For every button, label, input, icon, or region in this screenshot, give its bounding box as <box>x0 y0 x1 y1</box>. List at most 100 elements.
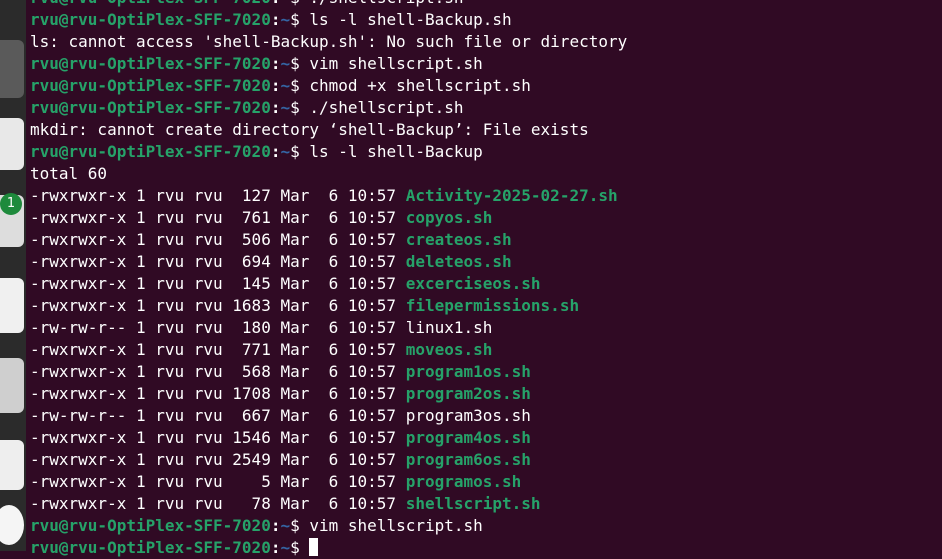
command-text: vim shellscript.sh <box>299 516 483 535</box>
file-metadata: -rwxrwxr-x 1 rvu rvu 506 Mar 6 10:57 <box>30 230 406 249</box>
prompt-symbol: $ <box>290 142 300 161</box>
file-name: Activity-2025-02-27.sh <box>405 186 618 205</box>
dock-app-icon[interactable] <box>0 40 24 98</box>
prompt-user: rvu@rvu-OptiPlex-SFF-7020 <box>30 98 271 117</box>
file-name: copyos.sh <box>405 208 493 227</box>
file-listing-row: -rwxrwxr-x 1 rvu rvu 78 Mar 6 10:57 shel… <box>30 493 942 515</box>
prompt-symbol: $ <box>290 516 300 535</box>
file-listing-row: -rwxrwxr-x 1 rvu rvu 2549 Mar 6 10:57 pr… <box>30 449 942 471</box>
output-line: total 60 <box>30 163 942 185</box>
file-listing-row: -rw-rw-r-- 1 rvu rvu 667 Mar 6 10:57 pro… <box>30 405 942 427</box>
prompt-path: ~ <box>280 0 290 7</box>
file-listing-row: -rwxrwxr-x 1 rvu rvu 1683 Mar 6 10:57 fi… <box>30 295 942 317</box>
command-text: ./shellscript.sh <box>299 98 464 117</box>
command-text: ls -l shell-Backup.sh <box>299 10 512 29</box>
output-text: mkdir: cannot create directory ‘shell-Ba… <box>30 120 589 139</box>
command-text: ./shellscript.sh <box>300 0 463 7</box>
file-listing-row: -rwxrwxr-x 1 rvu rvu 568 Mar 6 10:57 pro… <box>30 361 942 383</box>
prompt-user: rvu@rvu-OptiPlex-SFF-7020 <box>30 76 271 95</box>
file-listing-row: -rwxrwxr-x 1 rvu rvu 5 Mar 6 10:57 progr… <box>30 471 942 493</box>
file-name: deleteos.sh <box>405 252 512 271</box>
file-metadata: -rwxrwxr-x 1 rvu rvu 1546 Mar 6 10:57 <box>30 428 406 447</box>
prompt-symbol: $ <box>290 538 300 557</box>
file-metadata: -rwxrwxr-x 1 rvu rvu 694 Mar 6 10:57 <box>30 252 406 271</box>
file-name: program4os.sh <box>405 428 531 447</box>
file-listing-row: -rwxrwxr-x 1 rvu rvu 771 Mar 6 10:57 mov… <box>30 339 942 361</box>
file-name: program1os.sh <box>405 362 531 381</box>
file-metadata: -rwxrwxr-x 1 rvu rvu 771 Mar 6 10:57 <box>30 340 406 359</box>
file-name: program3os.sh <box>405 406 531 425</box>
terminal-output[interactable]: rvu@rvu-OptiPlex-SFF-7020:~$ ./shellscri… <box>30 0 942 557</box>
output-line: ls: cannot access 'shell-Backup.sh': No … <box>30 31 942 53</box>
prompt-path: ~ <box>280 54 291 73</box>
file-listing-row: -rwxrwxr-x 1 rvu rvu 506 Mar 6 10:57 cre… <box>30 229 942 251</box>
dock-app-icon[interactable] <box>0 505 24 545</box>
file-metadata: -rwxrwxr-x 1 rvu rvu 145 Mar 6 10:57 <box>30 274 406 293</box>
file-name: createos.sh <box>405 230 512 249</box>
file-listing-row: -rwxrwxr-x 1 rvu rvu 761 Mar 6 10:57 cop… <box>30 207 942 229</box>
file-name: filepermissions.sh <box>405 296 580 315</box>
prompt-path: ~ <box>280 142 291 161</box>
dock: 1 <box>0 0 26 551</box>
prompt-user: rvu@rvu-OptiPlex-SFF-7020 <box>30 10 271 29</box>
prompt-path: ~ <box>280 76 291 95</box>
prompt-line: rvu@rvu-OptiPlex-SFF-7020:~$ <box>30 537 942 559</box>
file-metadata: -rw-rw-r-- 1 rvu rvu 180 Mar 6 10:57 <box>30 318 406 337</box>
output-text: total 60 <box>30 164 108 183</box>
prompt-line: rvu@rvu-OptiPlex-SFF-7020:~$ ./shellscri… <box>30 97 942 119</box>
prompt-symbol: $ <box>290 10 300 29</box>
file-listing-row: -rwxrwxr-x 1 rvu rvu 145 Mar 6 10:57 exc… <box>30 273 942 295</box>
file-name: excerciseos.sh <box>405 274 541 293</box>
prompt-symbol: $ <box>290 98 300 117</box>
prompt-user: rvu@rvu-OptiPlex-SFF-7020 <box>30 0 271 7</box>
prompt-path: ~ <box>280 98 291 117</box>
file-name: program2os.sh <box>405 384 531 403</box>
command-text: chmod +x shellscript.sh <box>299 76 531 95</box>
prompt-symbol: $ <box>290 0 300 7</box>
dock-app-icon[interactable] <box>0 440 24 490</box>
prompt-path: ~ <box>280 516 291 535</box>
file-listing-row: -rwxrwxr-x 1 rvu rvu 1708 Mar 6 10:57 pr… <box>30 383 942 405</box>
file-metadata: -rwxrwxr-x 1 rvu rvu 2549 Mar 6 10:57 <box>30 450 406 469</box>
file-metadata: -rwxrwxr-x 1 rvu rvu 568 Mar 6 10:57 <box>30 362 406 381</box>
command-text: vim shellscript.sh <box>299 54 483 73</box>
prompt-line: rvu@rvu-OptiPlex-SFF-7020:~$ ls -l shell… <box>30 141 942 163</box>
prompt-user: rvu@rvu-OptiPlex-SFF-7020 <box>30 516 271 535</box>
dock-app-icon[interactable] <box>0 278 24 333</box>
file-metadata: -rwxrwxr-x 1 rvu rvu 78 Mar 6 10:57 <box>30 494 406 513</box>
output-text: ls: cannot access 'shell-Backup.sh': No … <box>30 32 628 51</box>
file-listing-row: -rwxrwxr-x 1 rvu rvu 127 Mar 6 10:57 Act… <box>30 185 942 207</box>
prompt-path: ~ <box>280 10 291 29</box>
file-listing-row: -rwxrwxr-x 1 rvu rvu 1546 Mar 6 10:57 pr… <box>30 427 942 449</box>
file-name: program6os.sh <box>405 450 531 469</box>
prompt-line: rvu@rvu-OptiPlex-SFF-7020:~$ chmod +x sh… <box>30 75 942 97</box>
prompt-line: rvu@rvu-OptiPlex-SFF-7020:~$ vim shellsc… <box>30 53 942 75</box>
file-listing-row: -rw-rw-r-- 1 rvu rvu 180 Mar 6 10:57 lin… <box>30 317 942 339</box>
output-line: mkdir: cannot create directory ‘shell-Ba… <box>30 119 942 141</box>
prompt-line: rvu@rvu-OptiPlex-SFF-7020:~$ vim shellsc… <box>30 515 942 537</box>
file-metadata: -rwxrwxr-x 1 rvu rvu 1683 Mar 6 10:57 <box>30 296 406 315</box>
prompt-path: ~ <box>280 538 291 557</box>
prompt-symbol: $ <box>290 54 300 73</box>
file-name: shellscript.sh <box>405 494 541 513</box>
file-listing-row: -rwxrwxr-x 1 rvu rvu 694 Mar 6 10:57 del… <box>30 251 942 273</box>
file-metadata: -rw-rw-r-- 1 rvu rvu 667 Mar 6 10:57 <box>30 406 406 425</box>
prompt-line: rvu@rvu-OptiPlex-SFF-7020:~$ ls -l shell… <box>30 9 942 31</box>
text-cursor <box>309 538 319 556</box>
command-text <box>300 538 310 557</box>
prompt-symbol: $ <box>290 76 300 95</box>
file-metadata: -rwxrwxr-x 1 rvu rvu 761 Mar 6 10:57 <box>30 208 406 227</box>
dock-app-icon[interactable] <box>0 358 24 413</box>
command-text: ls -l shell-Backup <box>299 142 483 161</box>
dock-app-icon[interactable] <box>0 118 24 170</box>
prompt-user: rvu@rvu-OptiPlex-SFF-7020 <box>30 142 271 161</box>
prompt-line: rvu@rvu-OptiPlex-SFF-7020:~$ ./shellscri… <box>30 0 942 9</box>
file-metadata: -rwxrwxr-x 1 rvu rvu 1708 Mar 6 10:57 <box>30 384 406 403</box>
file-name: moveos.sh <box>405 340 493 359</box>
file-name: linux1.sh <box>405 318 493 337</box>
notification-badge: 1 <box>0 193 22 215</box>
prompt-user: rvu@rvu-OptiPlex-SFF-7020 <box>30 54 271 73</box>
file-metadata: -rwxrwxr-x 1 rvu rvu 5 Mar 6 10:57 <box>30 472 406 491</box>
file-metadata: -rwxrwxr-x 1 rvu rvu 127 Mar 6 10:57 <box>30 186 406 205</box>
prompt-user: rvu@rvu-OptiPlex-SFF-7020 <box>30 538 271 557</box>
